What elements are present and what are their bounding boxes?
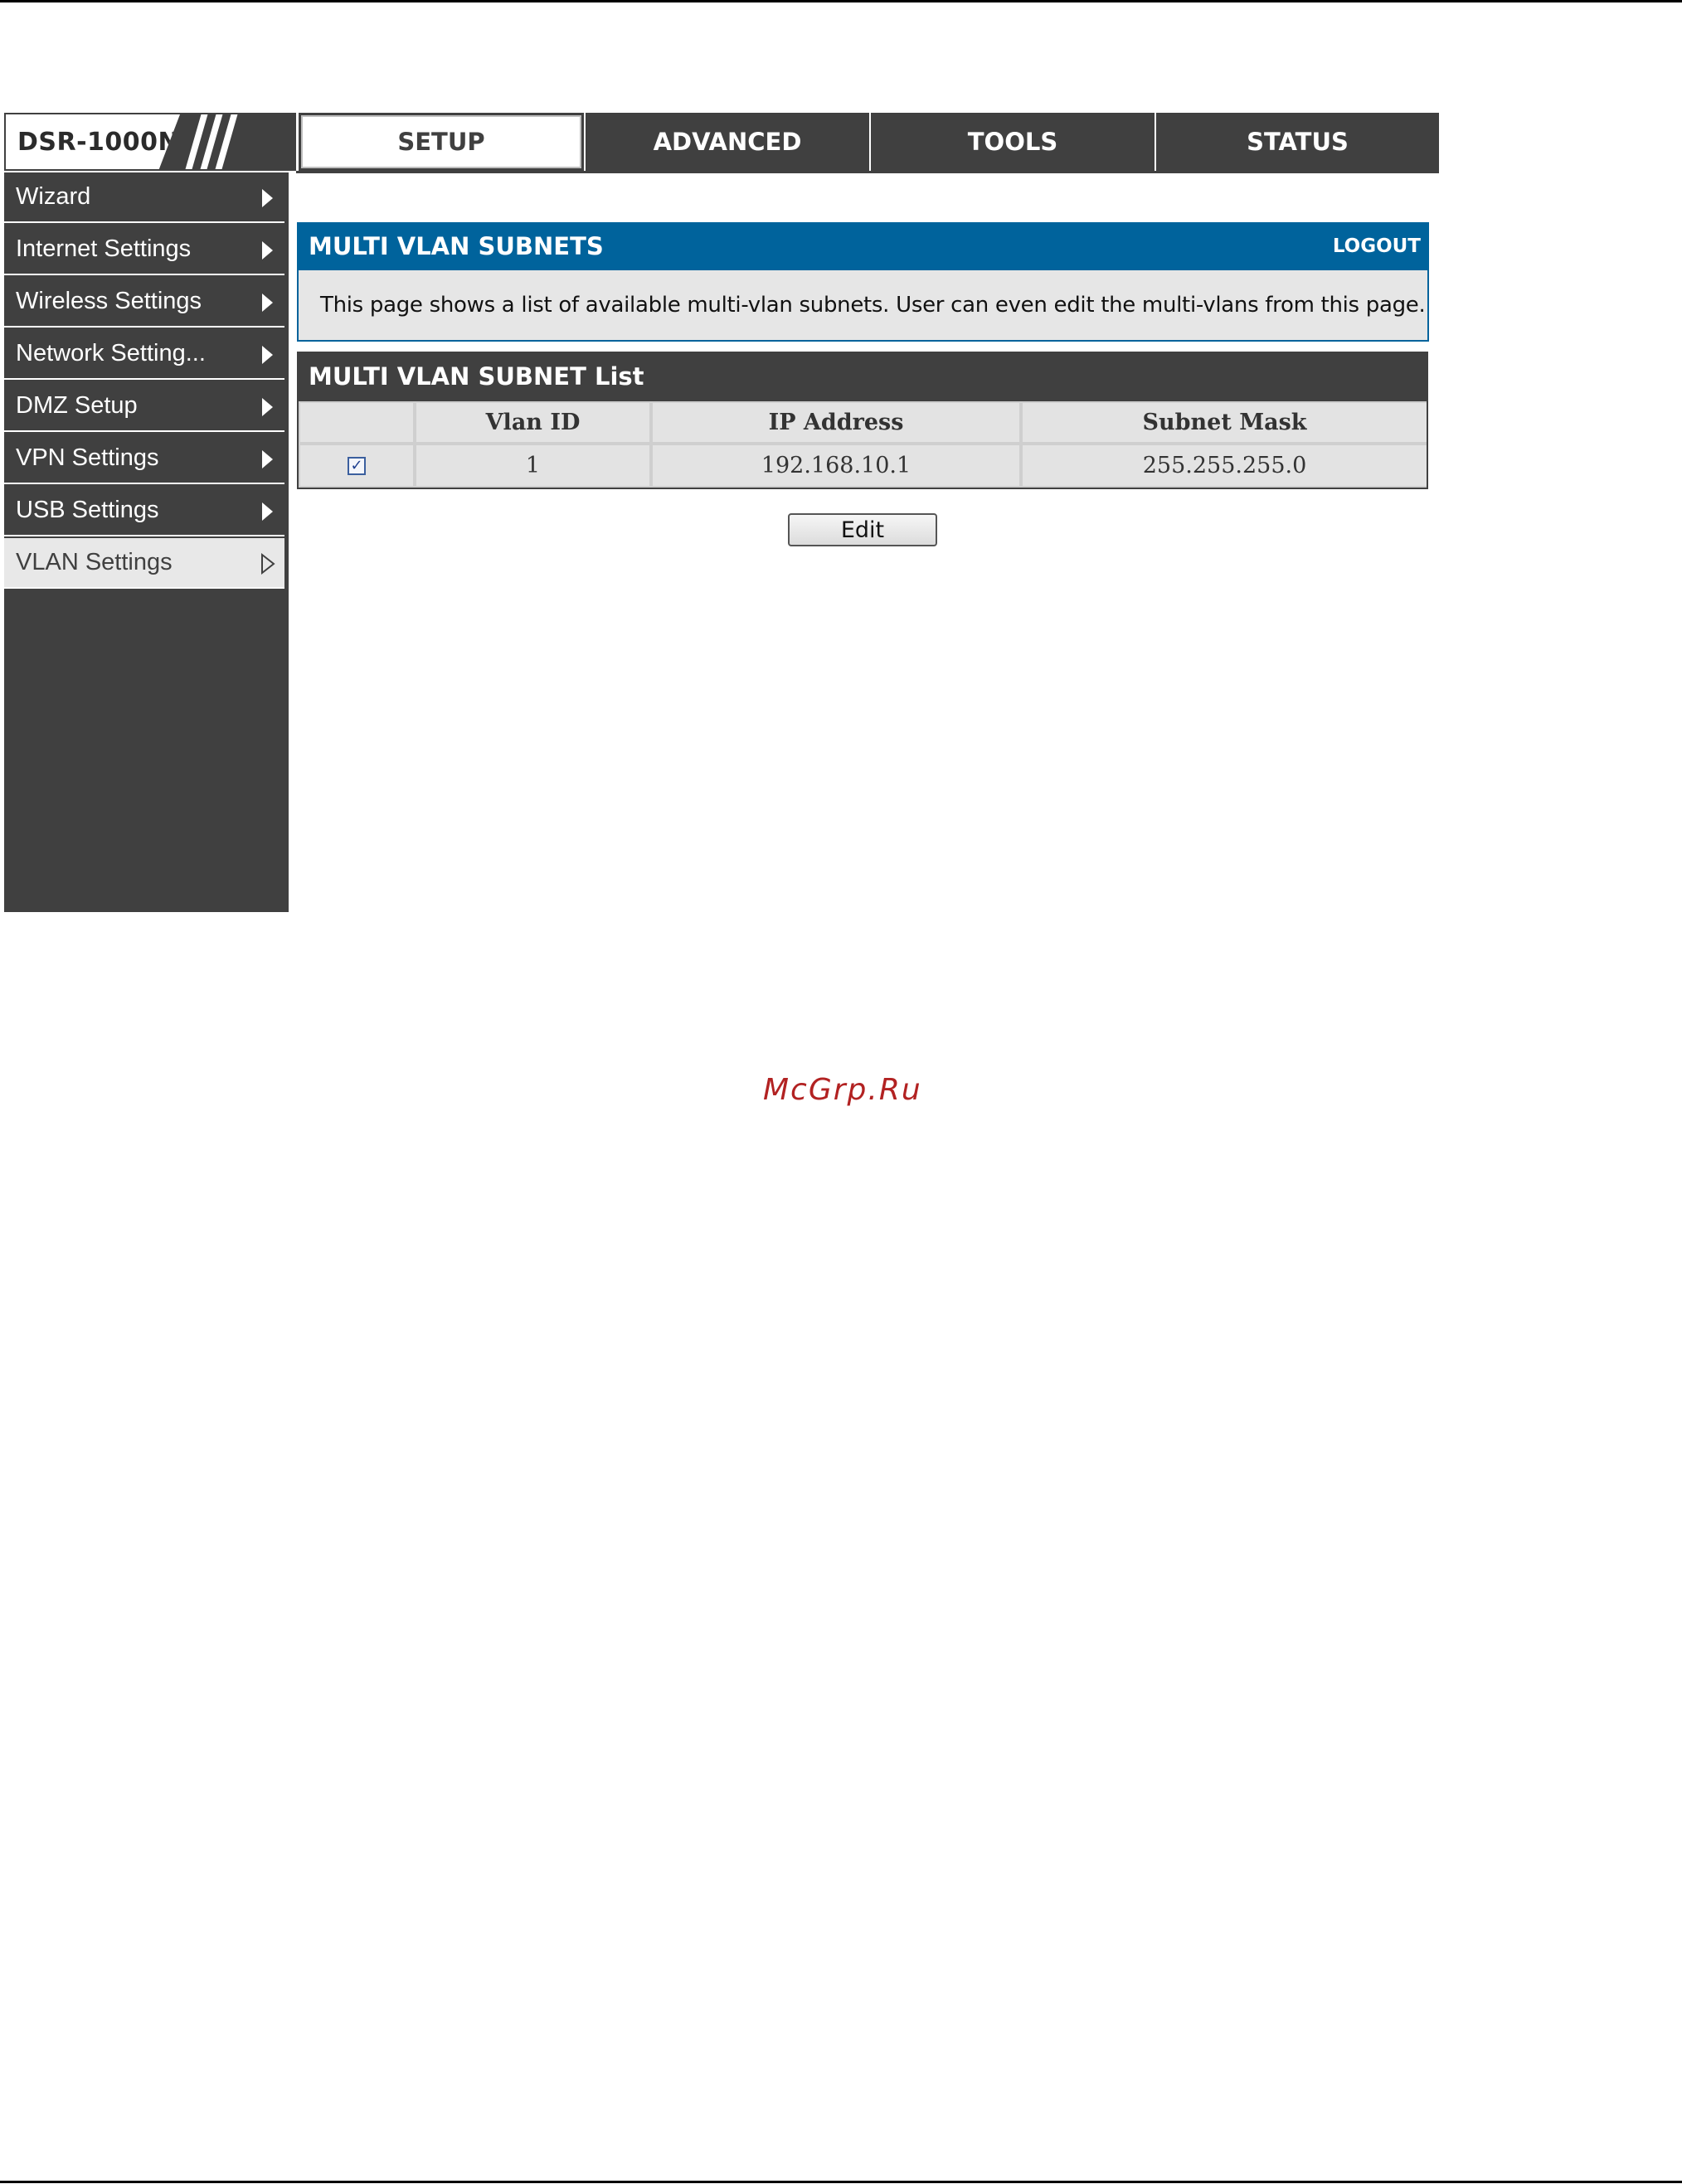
sidebar-item-internet-settings[interactable]: Internet Settings bbox=[4, 225, 284, 275]
watermark-text: McGrp.Ru bbox=[763, 1073, 922, 1107]
sidebar-item-dmz-setup[interactable]: DMZ Setup bbox=[4, 381, 284, 432]
logo-label-box: DSR-1000N bbox=[6, 114, 180, 169]
product-logo: DSR-1000N bbox=[4, 113, 296, 171]
panel-title: MULTI VLAN SUBNETS bbox=[309, 232, 604, 260]
arrow-right-icon bbox=[262, 294, 273, 312]
table-cell-subnet-mask: 255.255.255.0 bbox=[1023, 445, 1427, 486]
sidebar-item-wireless-settings[interactable]: Wireless Settings bbox=[4, 277, 284, 328]
sidebar-item-usb-settings[interactable]: USB Settings bbox=[4, 486, 284, 536]
sidebar-item-vpn-settings[interactable]: VPN Settings bbox=[4, 434, 284, 484]
tab-tools[interactable]: TOOLS bbox=[871, 113, 1155, 171]
sidebar-item-vlan-settings[interactable]: VLAN Settings bbox=[4, 538, 284, 589]
sidebar-item-label: Wireless Settings bbox=[16, 288, 202, 314]
arrow-right-icon bbox=[262, 502, 273, 521]
sidebar: Wizard Internet Settings Wireless Settin… bbox=[4, 172, 289, 912]
arrow-right-icon bbox=[262, 189, 273, 207]
tab-advanced[interactable]: ADVANCED bbox=[586, 113, 869, 171]
table-header-select bbox=[300, 403, 413, 442]
tab-setup[interactable]: SETUP bbox=[299, 113, 584, 171]
logout-link[interactable]: LOGOUT bbox=[1333, 235, 1421, 257]
sidebar-item-label: Internet Settings bbox=[16, 235, 192, 262]
sidebar-item-label: Network Setting... bbox=[16, 340, 206, 366]
sidebar-item-label: USB Settings bbox=[16, 497, 159, 523]
table-header-ip-address: IP Address bbox=[653, 403, 1019, 442]
edit-button[interactable]: Edit bbox=[788, 513, 937, 546]
arrow-right-icon bbox=[262, 450, 273, 468]
row-checkbox[interactable]: ✓ bbox=[348, 456, 366, 475]
sidebar-item-label: Wizard bbox=[16, 183, 91, 210]
sidebar-item-label: VLAN Settings bbox=[16, 549, 173, 575]
sidebar-item-wizard[interactable]: Wizard bbox=[4, 172, 284, 223]
table-row-select-cell: ✓ bbox=[300, 445, 413, 486]
sidebar-item-label: DMZ Setup bbox=[16, 392, 138, 419]
arrow-right-icon bbox=[262, 241, 273, 260]
tabs-underline bbox=[296, 171, 1439, 173]
table-header-subnet-mask: Subnet Mask bbox=[1023, 403, 1427, 442]
list-title: MULTI VLAN SUBNET List bbox=[309, 362, 644, 391]
description-text: This page shows a list of available mult… bbox=[320, 293, 1426, 318]
tab-status[interactable]: STATUS bbox=[1156, 113, 1439, 171]
sidebar-item-network-settings[interactable]: Network Setting... bbox=[4, 329, 284, 380]
table-cell-ip-address: 192.168.10.1 bbox=[653, 445, 1019, 486]
table-header-vlan-id: Vlan ID bbox=[416, 403, 649, 442]
logo-text: DSR-1000N bbox=[17, 128, 180, 157]
list-title-bar: MULTI VLAN SUBNET List bbox=[297, 352, 1428, 401]
arrow-right-icon bbox=[262, 346, 273, 364]
arrow-right-icon bbox=[262, 398, 273, 416]
subnet-table: Vlan ID IP Address Subnet Mask ✓ 1 192.1… bbox=[297, 401, 1428, 489]
page-top-rule bbox=[0, 0, 1682, 2]
table-cell-vlan-id: 1 bbox=[416, 445, 649, 486]
panel-description: This page shows a list of available mult… bbox=[297, 270, 1429, 342]
page-bottom-rule bbox=[0, 2181, 1682, 2183]
panel-title-bar: MULTI VLAN SUBNETS LOGOUT bbox=[297, 222, 1429, 270]
top-navigation: DSR-1000N SETUP ADVANCED TOOLS STATUS bbox=[4, 113, 1439, 173]
arrow-right-outline-icon bbox=[261, 552, 275, 575]
sidebar-item-label: VPN Settings bbox=[16, 444, 159, 471]
